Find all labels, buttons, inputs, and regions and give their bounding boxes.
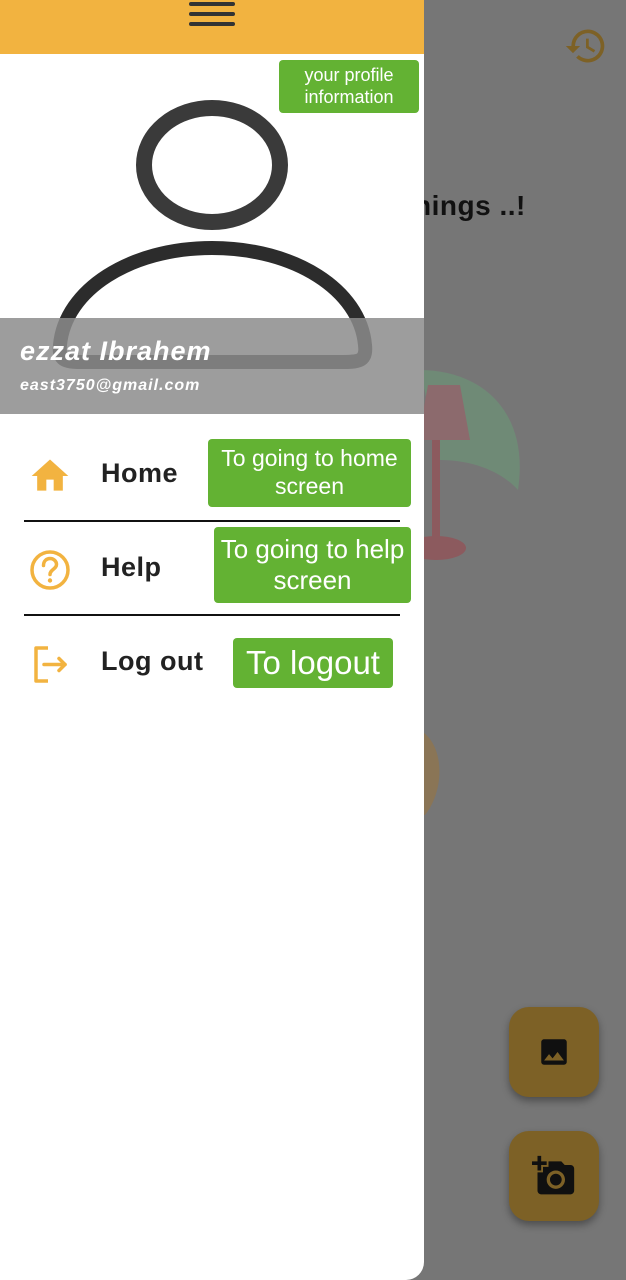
help-tooltip: To going to help screen <box>214 527 411 603</box>
home-tooltip: To going to home screen <box>208 439 411 507</box>
help-icon <box>30 550 70 590</box>
menu-icon[interactable] <box>187 0 237 30</box>
profile-tooltip: your profile information <box>279 60 419 113</box>
logout-tooltip: To logout <box>233 638 393 688</box>
add-camera-icon <box>532 1155 575 1195</box>
background-headline: hings ..! <box>414 190 526 221</box>
divider <box>24 520 400 522</box>
logout-icon <box>34 646 67 683</box>
image-icon <box>541 1039 567 1065</box>
home-icon <box>31 459 69 491</box>
drawer-header-bar <box>0 0 424 54</box>
drawer-item-label: Home <box>101 458 179 488</box>
drawer-item-label: Log out <box>101 646 204 676</box>
drawer-item-label: Help <box>101 552 162 582</box>
user-name: ezzat Ibrahem <box>20 336 212 366</box>
history-icon[interactable] <box>564 24 608 68</box>
user-email: east3750@gmail.com <box>20 377 201 394</box>
divider <box>24 614 400 616</box>
gallery-button[interactable] <box>509 1007 599 1097</box>
navigation-drawer: your profile information ezzat Ibrahem e… <box>0 0 424 1280</box>
camera-button[interactable] <box>509 1131 599 1221</box>
